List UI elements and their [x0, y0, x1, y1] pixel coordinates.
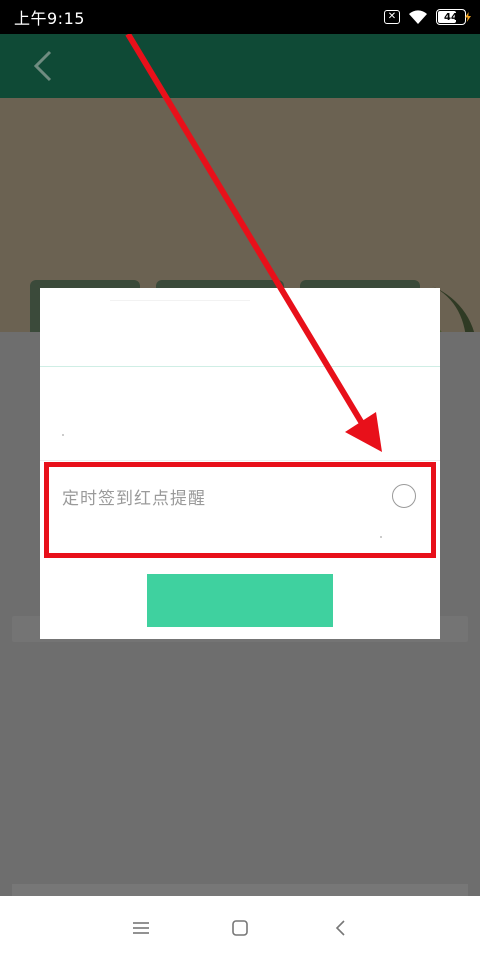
- navigation-bar: [0, 896, 480, 960]
- status-icons: ✕ 44: [384, 9, 471, 25]
- app-header: [0, 34, 480, 98]
- confirm-button[interactable]: [147, 574, 333, 627]
- charging-bolt-icon: [465, 12, 471, 22]
- divider: [40, 366, 440, 367]
- battery-icon: 44: [436, 9, 471, 25]
- status-bar: 上午9:15 ✕ 44: [0, 0, 480, 34]
- wifi-icon: [409, 10, 427, 24]
- home-icon[interactable]: [226, 914, 254, 942]
- battery-level: 44: [444, 11, 458, 23]
- divider: [40, 460, 440, 461]
- sim-no-service-icon: ✕: [384, 10, 400, 24]
- dot-mark: [62, 434, 64, 436]
- highlight-annotation: [44, 462, 436, 558]
- menu-icon[interactable]: [127, 914, 155, 942]
- back-chevron-icon[interactable]: [30, 50, 58, 82]
- divider: [110, 300, 250, 301]
- back-icon[interactable]: [327, 914, 355, 942]
- list-item: [12, 884, 468, 896]
- status-time: 上午9:15: [14, 9, 85, 28]
